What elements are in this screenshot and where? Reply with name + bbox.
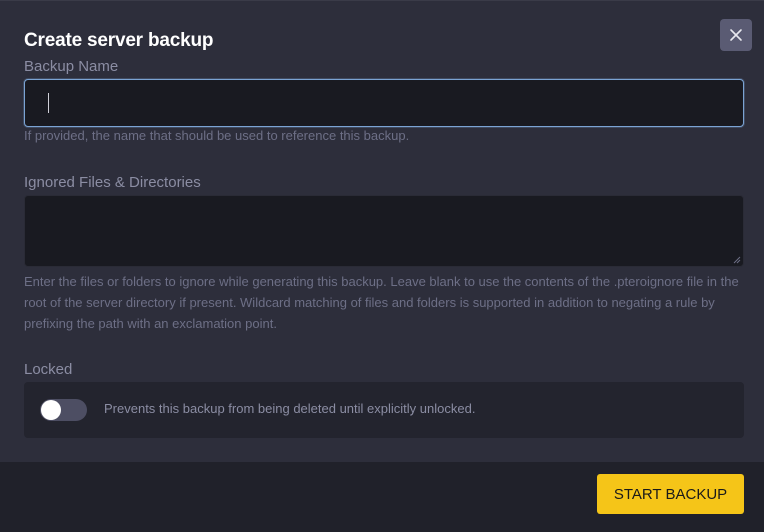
create-backup-modal: Create server backup Backup Name If prov… [0,0,764,532]
ignored-files-help: Enter the files or folders to ignore whi… [24,274,739,331]
locked-toggle[interactable] [40,399,87,421]
backup-name-input[interactable] [24,79,744,127]
start-backup-button[interactable]: START BACKUP [597,474,744,514]
locked-panel: Prevents this backup from being deleted … [24,382,744,438]
backup-name-help: If provided, the name that should be use… [24,128,410,143]
ignored-files-textarea[interactable] [24,195,744,267]
resize-grip-icon[interactable] [733,256,741,264]
backup-name-label: Backup Name [24,58,119,75]
modal-title: Create server backup [24,30,214,51]
locked-label: Locked [24,361,73,378]
toggle-knob [41,400,61,420]
ignored-files-label: Ignored Files & Directories [24,174,201,191]
close-button[interactable] [720,19,752,51]
text-caret [48,93,49,113]
close-icon [730,29,742,41]
modal-footer: START BACKUP [0,462,764,532]
locked-description: Prevents this backup from being deleted … [104,401,476,416]
